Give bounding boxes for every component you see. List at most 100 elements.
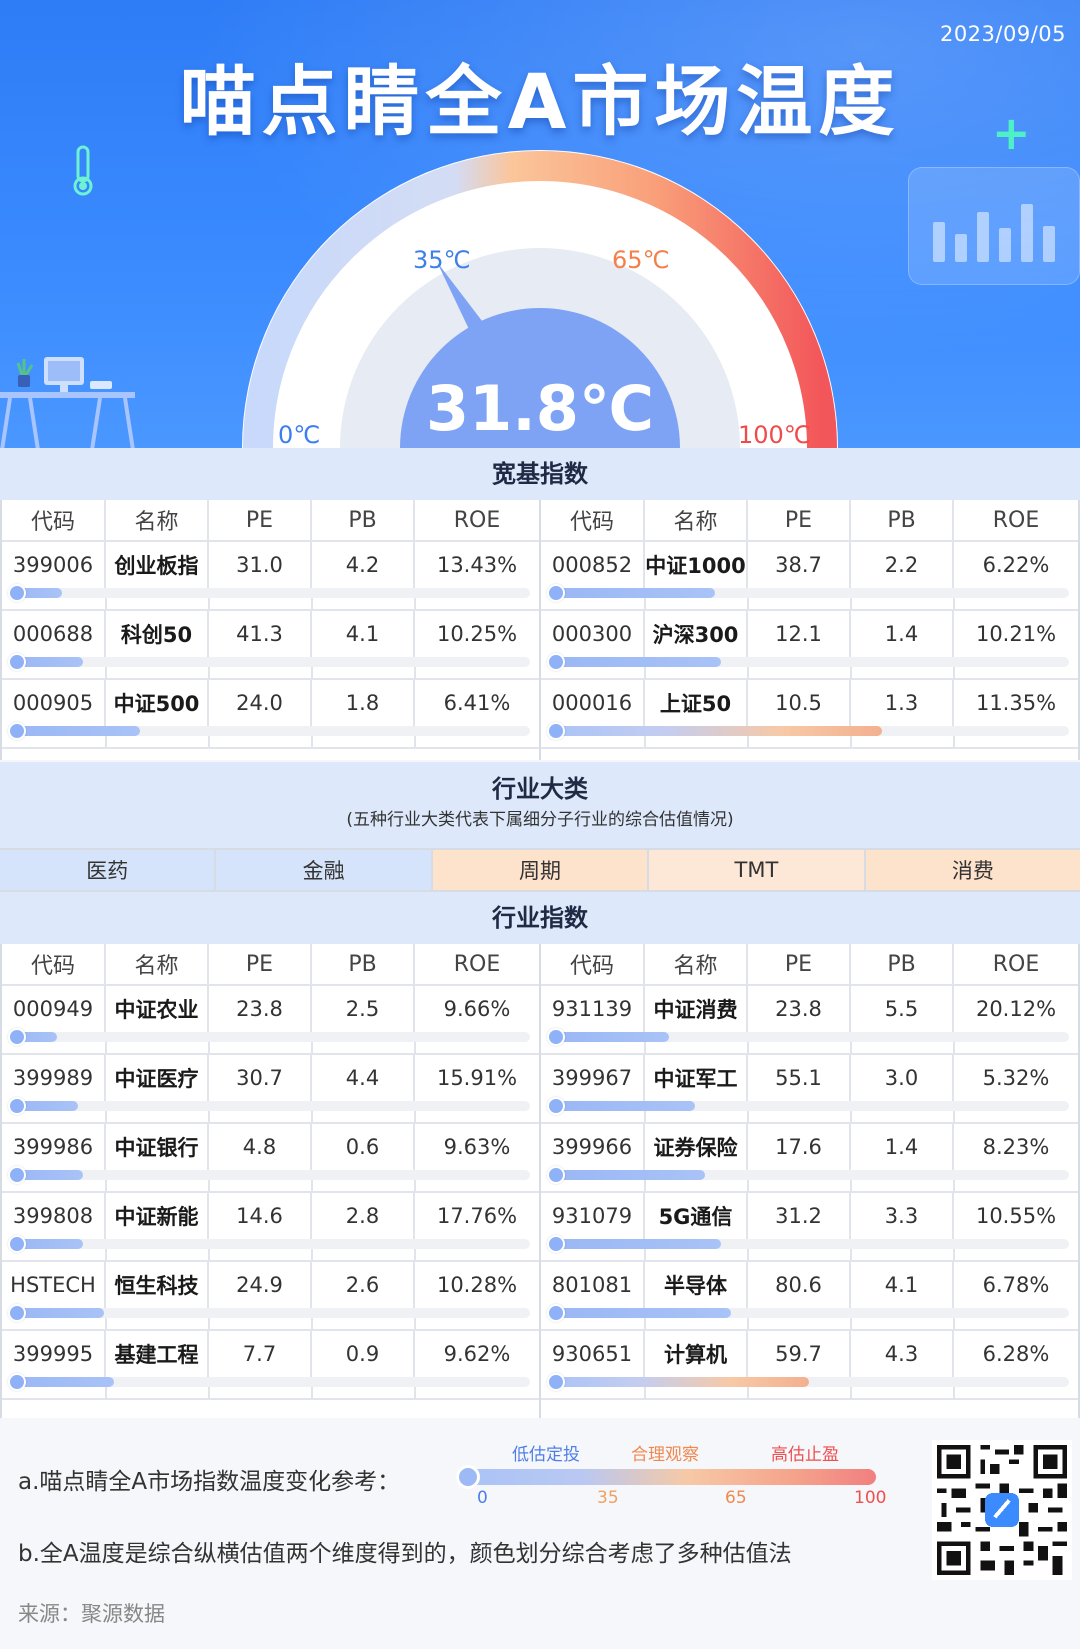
valuation-progress-fill (549, 726, 882, 736)
category-tab-1[interactable]: 医药 (0, 850, 217, 890)
row-divider (541, 1398, 1078, 1400)
name-cell: 中证农业 (106, 986, 209, 1032)
column-header-name: 名称 (645, 944, 748, 984)
name-cell: 中证500 (106, 680, 209, 726)
gauge-tick-65: 65℃ (612, 246, 670, 274)
roe-cell: 5.32% (982, 1066, 1050, 1090)
valuation-progress-track (8, 653, 530, 671)
roe-cell: 10.21% (975, 622, 1057, 646)
footer-note-a: a.喵点睛全A市场指数温度变化参考： (18, 1469, 401, 1495)
name-cell: 科创50 (106, 611, 209, 657)
broad-table-left: 代码 名称 PE PB ROE 399006 创业板指 31.0 4.2 13.43% 000688… (2, 500, 541, 760)
name-cell: 证券保险 (645, 1124, 748, 1170)
name-cell: 计算机 (645, 1331, 748, 1377)
pe-cell: 12.1 (748, 611, 851, 657)
table-row[interactable]: 930651 计算机 59.7 4.3 6.28% (541, 1331, 1078, 1400)
pb-cell: 1.8 (312, 680, 415, 726)
table-row[interactable]: 801081 半导体 80.6 4.1 6.78% (541, 1262, 1078, 1331)
column-header-roe: ROE (453, 951, 501, 977)
name-cell: 创业板指 (106, 542, 209, 588)
gauge-tick-0: 0℃ (278, 421, 321, 448)
table-row[interactable]: 399967 中证军工 55.1 3.0 5.32% (541, 1055, 1078, 1124)
pb-cell: 4.4 (312, 1055, 415, 1101)
section-title-industry: 行业指数 (0, 892, 1080, 944)
category-tab-5[interactable]: 消费 (865, 850, 1080, 890)
category-tab-4[interactable]: TMT (649, 850, 866, 890)
valuation-progress-track (8, 722, 530, 740)
pb-cell: 0.9 (312, 1331, 415, 1377)
valuation-progress-knob (8, 1097, 26, 1115)
legend-label-mid: 合理观察 (631, 1445, 699, 1465)
table-row[interactable]: HSTECH 恒生科技 24.9 2.6 10.28% (2, 1262, 539, 1331)
legend-value-65: 65 (725, 1488, 747, 1508)
section-title-broad: 宽基指数 (0, 448, 1080, 500)
valuation-progress-track (8, 1166, 530, 1184)
table-row[interactable]: 399995 基建工程 7.7 0.9 9.62% (2, 1331, 539, 1400)
column-header-pe: PE (748, 944, 851, 984)
pe-cell: 4.8 (209, 1124, 312, 1170)
table-row[interactable]: 000016 上证50 10.5 1.3 11.35% (541, 680, 1078, 749)
pe-cell: 24.0 (209, 680, 312, 726)
pe-cell: 17.6 (748, 1124, 851, 1170)
table-row[interactable]: 931139 中证消费 23.8 5.5 20.12% (541, 986, 1078, 1055)
table-row[interactable]: 000852 中证1000 38.7 2.2 6.22% (541, 542, 1078, 611)
table-row[interactable]: 399989 中证医疗 30.7 4.4 15.91% (2, 1055, 539, 1124)
valuation-progress-track (8, 1235, 530, 1253)
pe-cell: 24.9 (209, 1262, 312, 1308)
code-cell: 000949 (2, 986, 106, 1032)
roe-cell: 9.66% (443, 997, 511, 1021)
table-row[interactable]: 399808 中证新能 14.6 2.8 17.76% (2, 1193, 539, 1262)
valuation-progress-knob (8, 722, 26, 740)
table-row[interactable]: 000688 科创50 41.3 4.1 10.25% (2, 611, 539, 680)
column-header-pe: PE (209, 944, 312, 984)
gauge-tick-35: 35℃ (413, 246, 471, 274)
valuation-progress-track (8, 1028, 530, 1046)
legend-value-35: 35 (597, 1488, 619, 1508)
table-row[interactable]: 000949 中证农业 23.8 2.5 9.66% (2, 986, 539, 1055)
table-row[interactable]: 399006 创业板指 31.0 4.2 13.43% (2, 542, 539, 611)
roe-cell: 10.55% (975, 1204, 1057, 1228)
table-row[interactable]: 000300 沪深300 12.1 1.4 10.21% (541, 611, 1078, 680)
valuation-progress-track (8, 1097, 530, 1115)
page-title: 喵点睛全A市场温度 (179, 57, 901, 146)
roe-cell: 8.23% (982, 1135, 1050, 1159)
qr-code-icon[interactable] (932, 1440, 1072, 1580)
legend-knob (456, 1465, 480, 1489)
temperature-value: 31.8℃ (425, 372, 655, 445)
table-row[interactable]: 000905 中证500 24.0 1.8 6.41% (2, 680, 539, 749)
valuation-progress-fill (549, 1170, 705, 1180)
column-header-code: 代码 (541, 944, 645, 984)
pb-cell: 1.4 (851, 1124, 954, 1170)
valuation-progress-track (547, 584, 1069, 602)
roe-cell: 9.63% (443, 1135, 511, 1159)
pe-cell: 30.7 (209, 1055, 312, 1101)
pe-cell: 14.6 (209, 1193, 312, 1239)
broad-index-table: 代码 名称 PE PB ROE 399006 创业板指 31.0 4.2 13.43% 000688… (0, 500, 1080, 760)
pe-cell: 23.8 (209, 986, 312, 1032)
valuation-progress-knob (8, 653, 26, 671)
valuation-progress-knob (8, 1373, 26, 1391)
pb-cell: 4.1 (851, 1262, 954, 1308)
valuation-progress-track (547, 722, 1069, 740)
column-header-pb: PB (312, 944, 415, 984)
column-header-name: 名称 (106, 944, 209, 984)
category-tab-2[interactable]: 金融 (216, 850, 433, 890)
category-strip: 医药 金融 周期 TMT 消费 (0, 848, 1080, 892)
pe-cell: 38.7 (748, 542, 851, 588)
roe-cell: 9.62% (443, 1342, 511, 1366)
table-row[interactable]: 399986 中证银行 4.8 0.6 9.63% (2, 1124, 539, 1193)
valuation-progress-knob (547, 1235, 565, 1253)
name-cell: 恒生科技 (106, 1262, 209, 1308)
category-tab-3[interactable]: 周期 (432, 850, 650, 890)
name-cell: 基建工程 (106, 1331, 209, 1377)
valuation-progress-knob (8, 1235, 26, 1253)
table-row[interactable]: 931079 5G通信 31.2 3.3 10.55% (541, 1193, 1078, 1262)
legend-label-high: 高估止盈 (771, 1445, 839, 1465)
valuation-progress-knob (547, 584, 565, 602)
name-cell: 中证消费 (645, 986, 748, 1032)
pb-cell: 2.6 (312, 1262, 415, 1308)
valuation-progress-track (547, 1097, 1069, 1115)
industry-table-right: 代码 名称 PE PB ROE 931139 中证消费 23.8 5.5 20.12% 399967… (541, 944, 1080, 1418)
valuation-progress-knob (547, 1028, 565, 1046)
table-row[interactable]: 399966 证券保险 17.6 1.4 8.23% (541, 1124, 1078, 1193)
